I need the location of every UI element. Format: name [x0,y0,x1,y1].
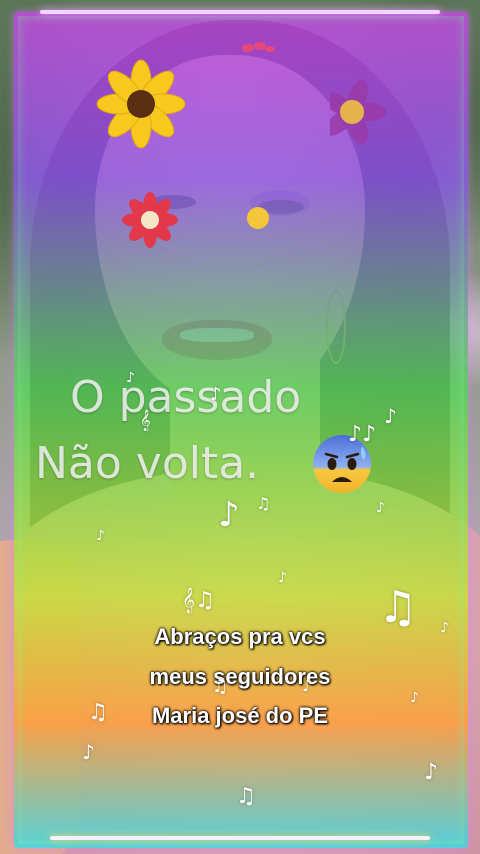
greeting-line-3: Maria josé do PE [151,703,329,728]
music-note-icon: ♪ [96,528,105,544]
sunflower-icon [96,59,186,149]
music-note-icon: ♪ [278,570,287,586]
music-note-icon: ♪ [440,620,449,636]
music-note-icon: ♫ [378,582,418,633]
music-note-icon: ♪ [410,690,419,706]
music-note-icon: ♪ [376,500,385,516]
neon-bottom-bar [50,836,430,840]
music-note-icon: ♪ [210,384,222,405]
music-note-icon: ♪ [302,676,313,695]
music-note-icon: ♪ [126,370,135,386]
music-note-icon: ♪ [424,760,439,785]
red-flower-icon [122,192,178,248]
music-note-icon: 𝄞♫ [182,588,215,613]
music-note-icon: 𝄞 [140,410,151,431]
music-note-icon: ♪ [218,495,240,535]
music-note-icon: ♪♪ [348,422,377,447]
music-note-icon: ♫ [212,676,229,697]
greeting-line-2: meus seguidores [149,664,331,689]
neon-top-bar [40,10,440,14]
pink-petals-icon [242,42,275,52]
music-note-icon: ♫ [256,494,271,513]
small-flower-icon [247,207,269,229]
purple-flower-icon [330,79,386,145]
music-note-icon: ♫ [236,784,256,809]
music-note-icon: ♪ [82,740,95,764]
caption-line-2: Não volta. [35,438,260,489]
caption-line-1: O passado [70,372,302,423]
music-note-icon: ♫ [88,700,108,725]
music-note-icon: ♪ [384,404,397,428]
